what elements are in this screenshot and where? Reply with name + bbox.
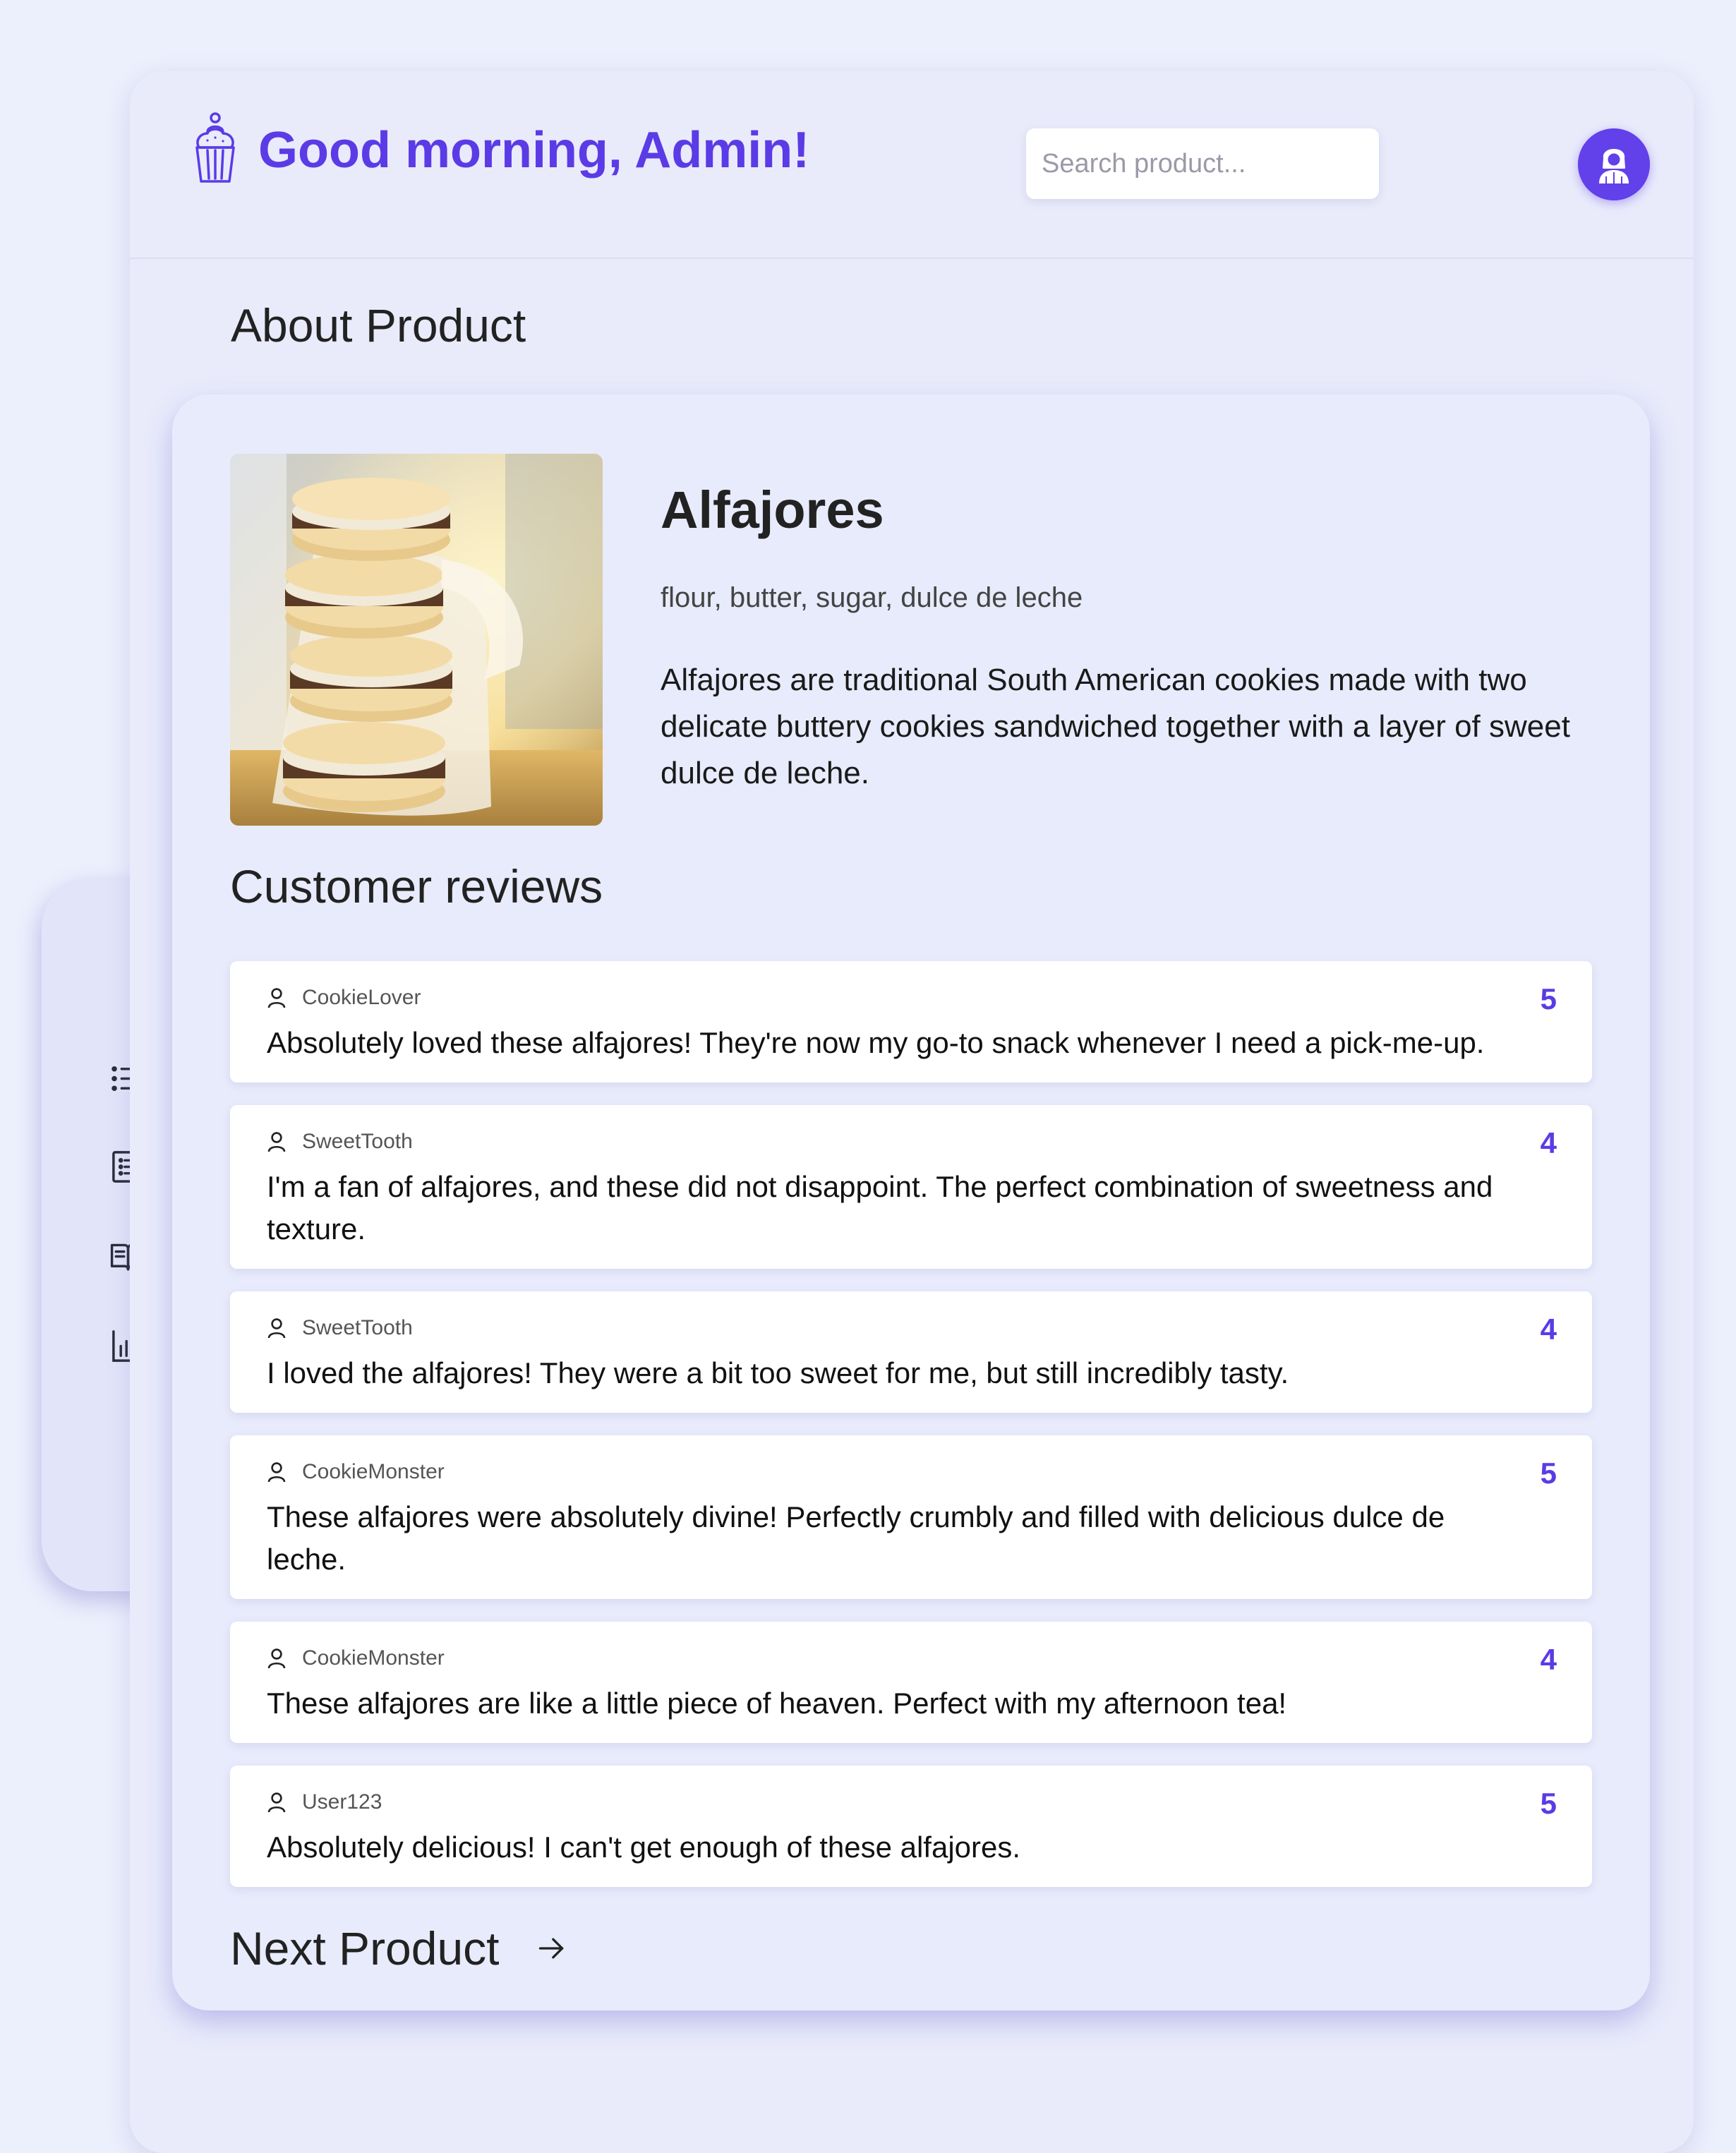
review-text: Absolutely delicious! I can't get enough…: [267, 1831, 1021, 1864]
review-rating: 4: [1540, 1126, 1557, 1159]
next-product-label: Next Product: [230, 1922, 500, 1974]
review-card: SweetTooth 4 I loved the alfajores! They…: [230, 1291, 1592, 1413]
review-username: CookieMonster: [302, 1460, 445, 1483]
about-product-heading: About Product: [231, 299, 526, 351]
user-avatar-icon[interactable]: [1578, 128, 1650, 200]
review-text: Absolutely loved these alfajores! They'r…: [267, 1026, 1485, 1059]
customer-reviews-heading: Customer reviews: [230, 860, 603, 912]
header: Good morning, Admin!: [130, 71, 1694, 259]
review-text: These alfajores were absolutely divine! …: [267, 1500, 1445, 1576]
search-input[interactable]: [1026, 128, 1379, 199]
review-user: CookieMonster: [267, 1457, 1519, 1488]
user-icon: [267, 1647, 287, 1670]
review-username: User123: [302, 1790, 382, 1814]
product-ingredients: flour, butter, sugar, dulce de leche: [661, 582, 1083, 613]
review-card: User123 5 Absolutely delicious! I can't …: [230, 1766, 1592, 1887]
review-list: CookieLover 5 Absolutely loved these alf…: [230, 961, 1592, 1910]
review-user: SweetTooth: [267, 1126, 1519, 1157]
review-card: CookieLover 5 Absolutely loved these alf…: [230, 961, 1592, 1082]
review-text: These alfajores are like a little piece …: [267, 1687, 1287, 1720]
product-name: Alfajores: [661, 481, 884, 539]
review-user: CookieLover: [267, 982, 1519, 1013]
main-panel: Good morning, Admin! About Product: [130, 71, 1694, 2153]
review-user: CookieMonster: [267, 1643, 1519, 1674]
user-icon: [267, 987, 287, 1009]
user-icon: [267, 1130, 287, 1153]
review-card: SweetTooth 4 I'm a fan of alfajores, and…: [230, 1105, 1592, 1269]
product-description: Alfajores are traditional South American…: [661, 663, 1570, 790]
product-image: [230, 454, 603, 826]
review-text: I'm a fan of alfajores, and these did no…: [267, 1170, 1493, 1246]
review-username: SweetTooth: [302, 1316, 413, 1339]
cupcake-icon: [191, 111, 240, 186]
review-card: CookieMonster 5 These alfajores were abs…: [230, 1435, 1592, 1599]
next-product-link[interactable]: Next Product: [230, 1920, 567, 1977]
review-rating: 4: [1540, 1643, 1557, 1676]
arrow-right-icon[interactable]: [536, 1933, 567, 1964]
greeting-title: Good morning, Admin!: [258, 122, 810, 179]
review-username: CookieMonster: [302, 1646, 445, 1670]
review-rating: 5: [1540, 982, 1557, 1015]
review-username: SweetTooth: [302, 1130, 413, 1153]
user-icon: [267, 1461, 287, 1483]
user-icon: [267, 1317, 287, 1339]
review-rating: 5: [1540, 1457, 1557, 1490]
review-rating: 5: [1540, 1787, 1557, 1820]
review-user: SweetTooth: [267, 1313, 1519, 1344]
product-card: Alfajores flour, butter, sugar, dulce de…: [172, 394, 1650, 2010]
review-card: CookieMonster 4 These alfajores are like…: [230, 1622, 1592, 1743]
review-username: CookieLover: [302, 986, 421, 1009]
review-user: User123: [267, 1787, 1519, 1818]
review-text: I loved the alfajores! They were a bit t…: [267, 1356, 1289, 1389]
review-rating: 4: [1540, 1313, 1557, 1346]
user-icon: [267, 1791, 287, 1814]
